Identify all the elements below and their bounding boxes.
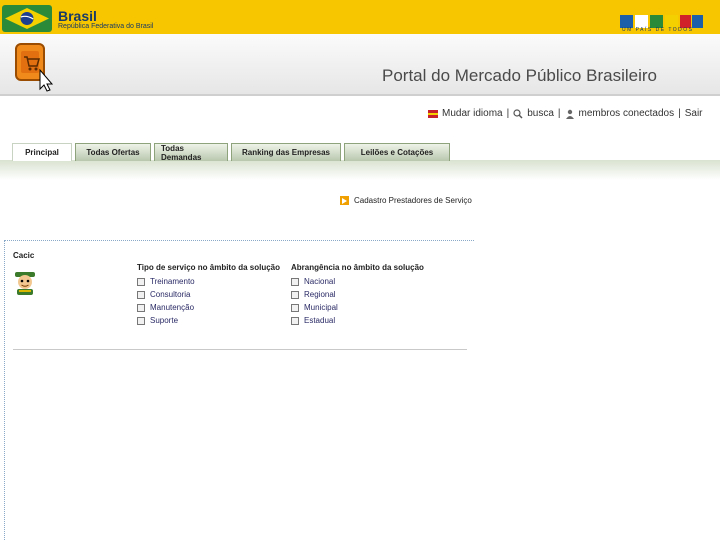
page: Brasil República Federativa do Brasil UM… (0, 0, 720, 540)
tab-bar-background (0, 160, 720, 180)
divider (13, 349, 467, 350)
gov-tagline: UM PAÍS DE TODOS (622, 27, 694, 33)
logout-link[interactable]: Sair (685, 108, 703, 119)
option-label: Manutenção (150, 303, 195, 312)
option-nacional[interactable]: Nacional (291, 275, 424, 288)
main-tabs: Principal Todas Ofertas Todas Demandas R… (12, 143, 450, 162)
option-label: Estadual (304, 316, 336, 325)
checkbox[interactable] (137, 316, 145, 325)
user-icon (565, 109, 575, 119)
flag-icon (428, 109, 438, 119)
option-consultoria[interactable]: Consultoria (137, 288, 280, 301)
tab-leiloes-cotacoes[interactable]: Leilões e Cotações (344, 143, 450, 161)
provider-card: Cacic Tipo de serviço no âmbito da soluç… (4, 240, 474, 540)
provider-avatar-icon (15, 272, 35, 295)
option-label: Nacional (304, 277, 336, 286)
arrow-right-icon (340, 196, 349, 205)
change-language-link[interactable]: Mudar idioma (442, 108, 503, 119)
tab-principal[interactable]: Principal (12, 143, 72, 161)
search-icon (513, 108, 523, 119)
tab-todas-ofertas[interactable]: Todas Ofertas (75, 143, 151, 161)
option-suporte[interactable]: Suporte (137, 314, 280, 327)
coverage-group: Abrangência no âmbito da solução Naciona… (291, 263, 424, 327)
option-treinamento[interactable]: Treinamento (137, 275, 280, 288)
provider-name: Cacic (13, 251, 35, 260)
option-label: Regional (304, 290, 336, 299)
gov-subtitle: República Federativa do Brasil (58, 23, 154, 30)
coverage-heading: Abrangência no âmbito da solução (291, 263, 424, 272)
service-type-group: Tipo de serviço no âmbito da solução Tre… (137, 263, 280, 327)
option-regional[interactable]: Regional (291, 288, 424, 301)
brazil-flag-icon[interactable] (2, 5, 52, 32)
option-label: Suporte (150, 316, 179, 325)
cadastro-prestadores-label[interactable]: Cadastro Prestadores de Serviço (354, 196, 472, 205)
gov-bar: Brasil República Federativa do Brasil UM… (0, 0, 720, 34)
gov-name[interactable]: Brasil (58, 8, 97, 24)
portal-header: Portal do Mercado Público Brasileiro (0, 34, 720, 96)
option-manutencao[interactable]: Manutenção (137, 301, 280, 314)
tab-ranking-empresas[interactable]: Ranking das Empresas (231, 143, 341, 161)
checkbox[interactable] (137, 303, 145, 312)
checkbox[interactable] (291, 290, 299, 299)
portal-title: Portal do Mercado Público Brasileiro (382, 66, 657, 85)
checkbox[interactable] (291, 277, 299, 286)
checkbox[interactable] (137, 290, 145, 299)
option-municipal[interactable]: Municipal (291, 301, 424, 314)
cadastro-prestadores-link[interactable]: Cadastro Prestadores de Serviço (340, 196, 472, 205)
shopping-cart-icon[interactable] (14, 42, 54, 92)
connected-members-link[interactable]: membros conectados (579, 108, 675, 119)
option-estadual[interactable]: Estadual (291, 314, 424, 327)
utility-links: Mudar idioma | busca | membros conectado… (428, 108, 703, 119)
search-link[interactable]: busca (527, 108, 554, 119)
checkbox[interactable] (291, 316, 299, 325)
option-label: Municipal (304, 303, 338, 312)
checkbox[interactable] (137, 277, 145, 286)
option-label: Consultoria (150, 290, 191, 299)
service-type-heading: Tipo de serviço no âmbito da solução (137, 263, 280, 272)
tab-todas-demandas[interactable]: Todas Demandas (154, 143, 228, 162)
checkbox[interactable] (291, 303, 299, 312)
option-label: Treinamento (150, 277, 195, 286)
